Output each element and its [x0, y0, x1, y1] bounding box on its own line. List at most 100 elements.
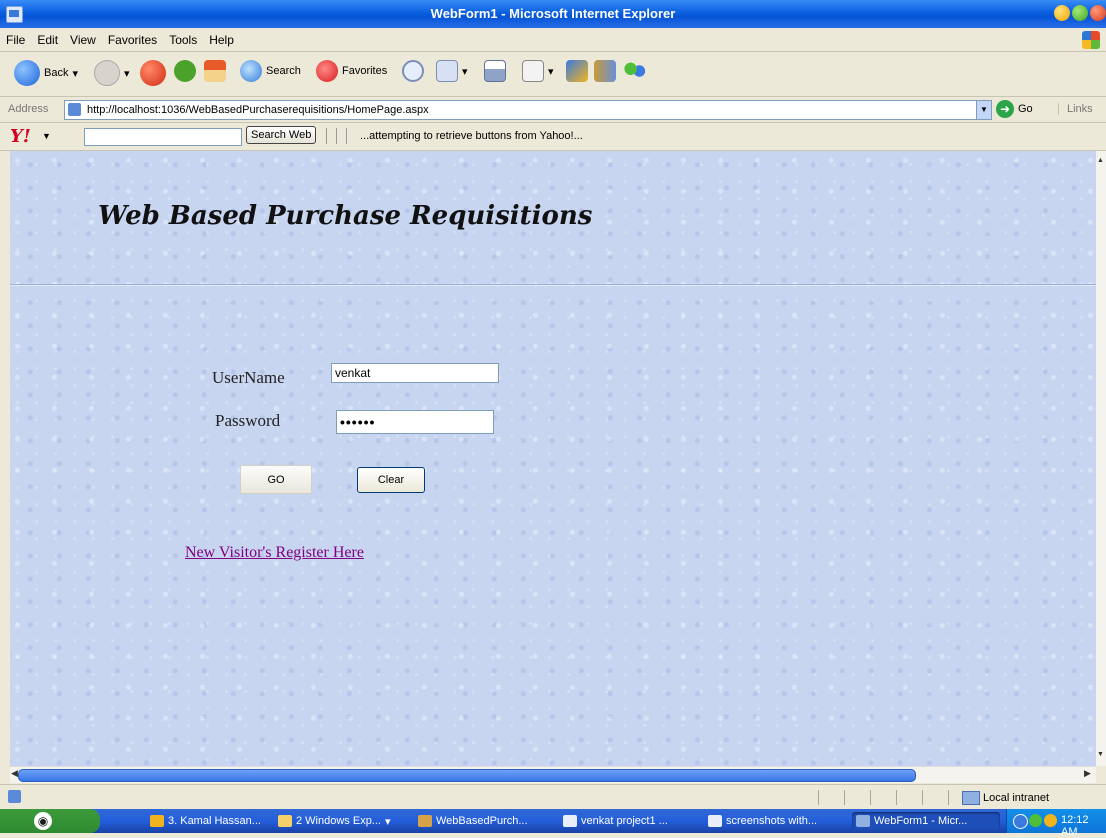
toolbar-separator — [326, 128, 327, 144]
menu-edit[interactable]: Edit — [31, 28, 64, 47]
forward-arrow-icon — [94, 60, 120, 86]
minimize-button[interactable] — [1054, 5, 1070, 21]
yahoo-menu-dropdown-icon[interactable]: ▼ — [42, 131, 51, 141]
yahoo-search-web-button[interactable]: Search Web — [246, 126, 317, 144]
username-field[interactable]: venkat — [331, 363, 499, 383]
status-divider — [870, 790, 871, 805]
menu-tools[interactable]: Tools — [163, 28, 203, 47]
horizontal-scroll-thumb[interactable] — [18, 769, 916, 782]
page-icon — [68, 103, 81, 116]
back-button[interactable]: Back ▾ — [14, 60, 78, 86]
refresh-button[interactable] — [174, 60, 196, 82]
title-bar: WebForm1 - Microsoft Internet Explorer — [0, 0, 1106, 28]
yahoo-search-input[interactable] — [84, 128, 242, 146]
scroll-left-arrow-icon[interactable]: ◀ — [11, 768, 18, 779]
discuss-button[interactable] — [566, 60, 588, 82]
yahoo-toolbar: Y! ▼ Search Web ...attempting to retriev… — [0, 123, 1106, 151]
media-player-icon — [150, 815, 164, 827]
mail-button[interactable]: ▾ — [436, 60, 468, 82]
start-button[interactable]: ◉ — [0, 809, 100, 833]
messenger-button[interactable] — [624, 60, 646, 82]
edit-button[interactable]: ▾ — [522, 60, 554, 82]
refresh-icon — [174, 60, 196, 82]
security-zone: Local intranet — [962, 791, 1049, 805]
menu-file[interactable]: File — [0, 28, 31, 47]
system-tray: 12:12 AM — [1006, 809, 1106, 838]
scroll-up-arrow-icon[interactable]: ▲ — [1097, 157, 1104, 164]
clock: 12:12 AM — [1061, 814, 1089, 838]
network-icon[interactable] — [1013, 814, 1028, 829]
close-button[interactable] — [1090, 5, 1106, 21]
taskbar-item[interactable]: WebBasedPurch... — [418, 812, 548, 830]
scroll-right-arrow-icon[interactable]: ▶ — [1084, 768, 1091, 779]
status-bar: Local intranet — [0, 784, 1106, 809]
taskbar-item[interactable]: 2 Windows Exp... ▾ — [278, 812, 408, 830]
menu-view[interactable]: View — [64, 28, 102, 47]
page-title: Web Based Purchase Requisitions — [98, 201, 593, 231]
address-bar: Address http://localhost:1036/WebBasedPu… — [0, 98, 1106, 123]
stop-icon — [140, 60, 166, 86]
scroll-down-arrow-icon[interactable]: ▼ — [1097, 751, 1104, 758]
taskbar-item[interactable]: venkat project1 ... — [563, 812, 693, 830]
go-login-button[interactable]: GO — [240, 465, 312, 494]
messenger-tray-icon[interactable] — [1029, 814, 1042, 827]
standard-toolbar: Back ▾ ▾ Search Favorites ▾ ▾ — [0, 52, 1106, 97]
yahoo-logo-icon[interactable]: Y! — [10, 126, 31, 147]
address-label: Address — [8, 103, 49, 115]
window-title: WebForm1 - Microsoft Internet Explorer — [430, 6, 676, 21]
address-dropdown-button[interactable]: ▼ — [976, 100, 992, 120]
status-divider — [818, 790, 819, 805]
windows-logo-icon — [1082, 31, 1100, 49]
favorites-button[interactable]: Favorites — [316, 60, 387, 82]
menu-bar: File Edit View Favorites Tools Help — [0, 28, 1106, 52]
vertical-scrollbar[interactable]: ▲ ▼ — [1096, 151, 1106, 766]
start-penguin-icon: ◉ — [34, 812, 52, 830]
toolbar-separator — [346, 128, 347, 144]
search-icon — [240, 60, 262, 82]
back-arrow-icon — [14, 60, 40, 86]
go-arrow-icon: ➜ — [996, 100, 1014, 118]
research-button[interactable] — [594, 60, 616, 82]
status-divider — [844, 790, 845, 805]
intranet-icon — [962, 791, 980, 805]
page-viewport: Web Based Purchase Requisitions UserName… — [10, 151, 1096, 766]
discuss-icon — [566, 60, 588, 82]
go-button[interactable]: ➜ Go — [996, 100, 1033, 118]
address-input[interactable]: http://localhost:1036/WebBasedPurchasere… — [64, 100, 978, 120]
home-button[interactable] — [204, 60, 226, 82]
password-field[interactable]: •••••• — [336, 410, 494, 434]
word-document-icon — [708, 815, 722, 827]
taskbar-item[interactable]: 3. Kamal Hassan... — [150, 812, 268, 830]
links-button[interactable]: Links — [1058, 103, 1093, 115]
search-button[interactable]: Search — [240, 60, 301, 82]
address-url[interactable]: http://localhost:1036/WebBasedPurchasere… — [87, 104, 429, 116]
horizontal-scrollbar[interactable]: ◀ ▶ — [10, 766, 1096, 783]
menu-help[interactable]: Help — [203, 28, 240, 47]
mail-icon — [436, 60, 458, 82]
favorites-heart-icon — [316, 60, 338, 82]
forward-button[interactable]: ▾ — [94, 60, 130, 86]
register-link[interactable]: New Visitor's Register Here — [185, 544, 364, 562]
title-divider — [10, 284, 1096, 286]
username-label: UserName — [212, 368, 285, 387]
home-icon — [204, 60, 226, 82]
toolbar-separator — [336, 128, 337, 144]
print-button[interactable] — [484, 60, 506, 82]
maximize-button[interactable] — [1072, 5, 1088, 21]
clear-button[interactable]: Clear — [357, 467, 425, 493]
taskbar-item[interactable]: screenshots with... — [708, 812, 838, 830]
history-clock-icon — [402, 60, 424, 82]
status-divider — [896, 790, 897, 805]
page-status-icon — [8, 790, 21, 803]
word-edit-icon — [522, 60, 544, 82]
messenger-icon — [624, 60, 646, 82]
history-button[interactable] — [402, 60, 424, 82]
stop-button[interactable] — [140, 60, 166, 86]
menu-favorites[interactable]: Favorites — [102, 28, 163, 47]
yahoo-status-text: ...attempting to retrieve buttons from Y… — [360, 130, 583, 142]
folder-icon — [278, 815, 292, 827]
tray-app-icon[interactable] — [1044, 814, 1057, 827]
status-divider — [948, 790, 949, 805]
ie-page-icon — [856, 815, 870, 827]
taskbar-item-active[interactable]: WebForm1 - Micr... — [852, 812, 1000, 830]
